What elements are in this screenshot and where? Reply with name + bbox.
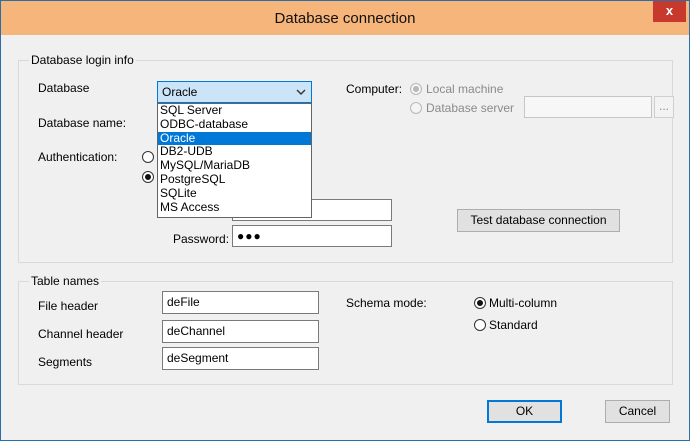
table-names-group-label: Table names: [29, 274, 102, 288]
ok-button[interactable]: OK: [487, 400, 562, 423]
dropdown-option-odbc[interactable]: ODBC-database: [158, 117, 311, 132]
database-dropdown-list[interactable]: SQL Server ODBC-database Oracle DB2-UDB …: [157, 103, 312, 218]
window-title: Database connection: [274, 10, 416, 27]
database-label: Database: [38, 81, 90, 95]
password-label: Password:: [173, 232, 230, 246]
dropdown-option-mysql[interactable]: MySQL/MariaDB: [158, 158, 311, 173]
dialog-window: Database connection x Database login inf…: [0, 0, 690, 441]
file-header-label: File header: [38, 299, 99, 313]
test-connection-button[interactable]: Test database connection: [457, 209, 620, 232]
auth-option-1-radio[interactable]: [142, 151, 154, 163]
multi-column-label: Multi-column: [489, 296, 558, 310]
database-server-radio[interactable]: [410, 102, 422, 114]
local-machine-label: Local machine: [426, 82, 504, 96]
dropdown-option-sqlite[interactable]: SQLite: [158, 186, 311, 201]
file-header-field[interactable]: deFile: [162, 291, 319, 314]
title-bar[interactable]: Database connection x: [1, 1, 689, 35]
database-name-label: Database name:: [38, 116, 127, 130]
database-server-field[interactable]: [524, 96, 652, 118]
login-group-label: Database login info: [29, 53, 136, 67]
password-value: ●●●: [237, 229, 262, 243]
close-icon: x: [665, 3, 674, 18]
channel-header-label: Channel header: [38, 327, 124, 341]
password-field[interactable]: ●●●: [232, 225, 392, 247]
database-combobox[interactable]: Oracle: [157, 81, 312, 103]
dropdown-option-postgresql[interactable]: PostgreSQL: [158, 172, 311, 187]
dropdown-option-db2[interactable]: DB2-UDB: [158, 145, 311, 159]
auth-option-2-radio[interactable]: [142, 171, 154, 183]
multi-column-radio[interactable]: [474, 297, 486, 309]
segments-label: Segments: [38, 355, 93, 369]
dropdown-option-sql-server[interactable]: SQL Server: [158, 103, 311, 118]
close-button[interactable]: x: [653, 1, 686, 22]
authentication-label: Authentication:: [38, 150, 118, 164]
database-combobox-value: Oracle: [162, 85, 198, 99]
dropdown-option-ms-access[interactable]: MS Access: [158, 200, 311, 215]
standard-radio[interactable]: [474, 319, 486, 331]
dropdown-option-oracle[interactable]: Oracle: [158, 131, 311, 146]
browse-button[interactable]: ...: [654, 96, 674, 118]
segments-field[interactable]: deSegment: [162, 347, 319, 370]
schema-mode-label: Schema mode:: [346, 296, 427, 310]
standard-label: Standard: [489, 318, 538, 332]
chevron-down-icon[interactable]: [294, 85, 308, 99]
dialog-content: Database login info Database Oracle SQL …: [8, 35, 682, 435]
cancel-button[interactable]: Cancel: [605, 400, 670, 423]
local-machine-radio[interactable]: [410, 83, 422, 95]
channel-header-field[interactable]: deChannel: [162, 320, 319, 343]
database-server-label: Database server: [426, 101, 515, 115]
computer-label: Computer:: [346, 82, 403, 96]
